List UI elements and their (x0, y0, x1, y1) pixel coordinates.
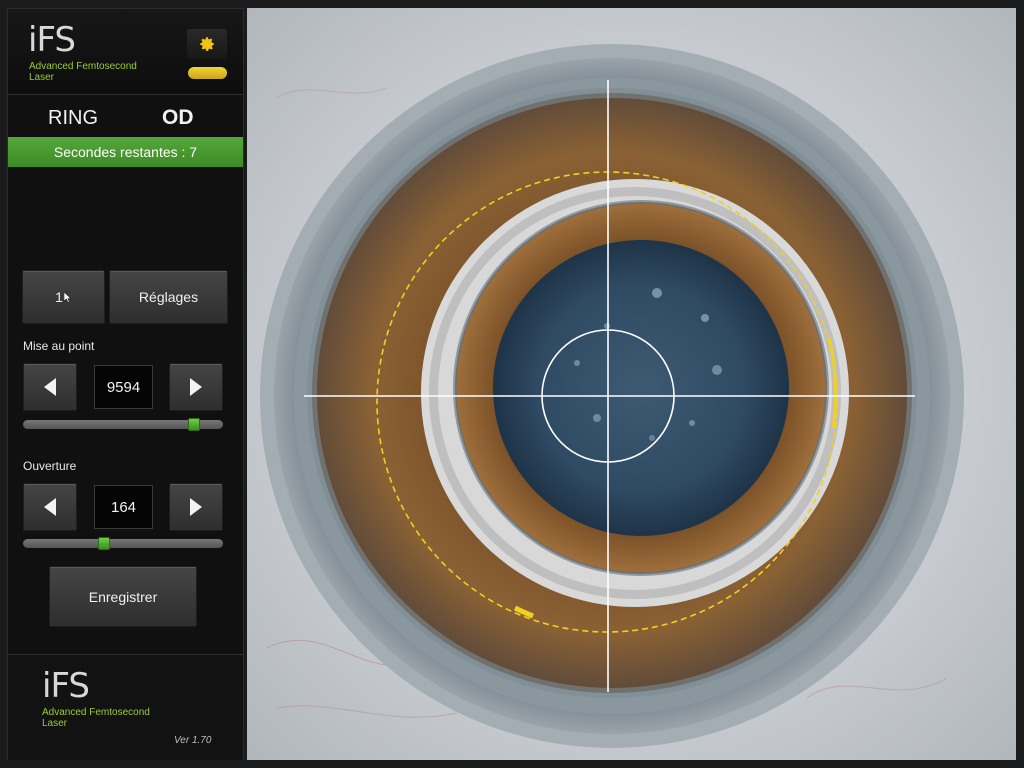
control-sidebar: iFS Advanced Femtosecond Laser RING OD S… (7, 8, 244, 760)
focus-increase-button[interactable] (169, 363, 223, 411)
aperture-increase-button[interactable] (169, 483, 223, 531)
eye-label: OD (162, 106, 194, 129)
brand-tagline: Advanced Femtosecond Laser (29, 61, 137, 83)
arrow-left-icon (44, 378, 56, 396)
eye-mode-row: RING OD (8, 95, 243, 137)
brand-header: iFS Advanced Femtosecond Laser (8, 9, 243, 95)
aperture-label: Ouverture (23, 459, 77, 473)
aperture-value: 164 (94, 485, 153, 529)
aperture-decrease-button[interactable] (23, 483, 77, 531)
settings-button[interactable]: Réglages (109, 270, 228, 324)
brand-logo: iFS (28, 20, 76, 60)
focus-label: Mise au point (23, 339, 95, 353)
brand-footer: iFS Advanced Femtosecond Laser Ver 1.70 (8, 654, 243, 760)
focus-value: 9594 (94, 365, 153, 409)
countdown-text: Secondes restantes : 7 (53, 144, 198, 160)
arrow-left-icon (44, 498, 56, 516)
status-indicator-pill (188, 67, 227, 79)
footer-logo: iFS (42, 666, 90, 706)
settings-button-label: Réglages (138, 289, 199, 305)
settings-gear-button[interactable] (187, 29, 227, 59)
count-button-label: 1 (55, 289, 63, 305)
count-button[interactable]: 1 (22, 270, 105, 324)
version-label: Ver 1.70 (174, 735, 212, 746)
aperture-slider[interactable] (23, 537, 223, 550)
countdown-status-bar: Secondes restantes : 7 (8, 137, 243, 167)
focus-slider[interactable] (23, 418, 223, 431)
footer-tagline: Advanced Femtosecond Laser (42, 707, 150, 729)
save-button[interactable]: Enregistrer (49, 566, 197, 627)
eye-image (247, 8, 1016, 760)
mode-label: RING (48, 107, 98, 129)
app-frame: iFS Advanced Femtosecond Laser RING OD S… (0, 0, 1024, 768)
aperture-slider-thumb[interactable] (98, 537, 110, 550)
arrow-right-icon (190, 378, 202, 396)
gear-icon (200, 37, 214, 51)
eye-camera-view[interactable] (247, 8, 1016, 760)
arrow-right-icon (190, 498, 202, 516)
focus-slider-thumb[interactable] (188, 418, 200, 431)
save-button-label: Enregistrer (88, 588, 158, 605)
focus-decrease-button[interactable] (23, 363, 77, 411)
cursor-icon (63, 291, 72, 303)
